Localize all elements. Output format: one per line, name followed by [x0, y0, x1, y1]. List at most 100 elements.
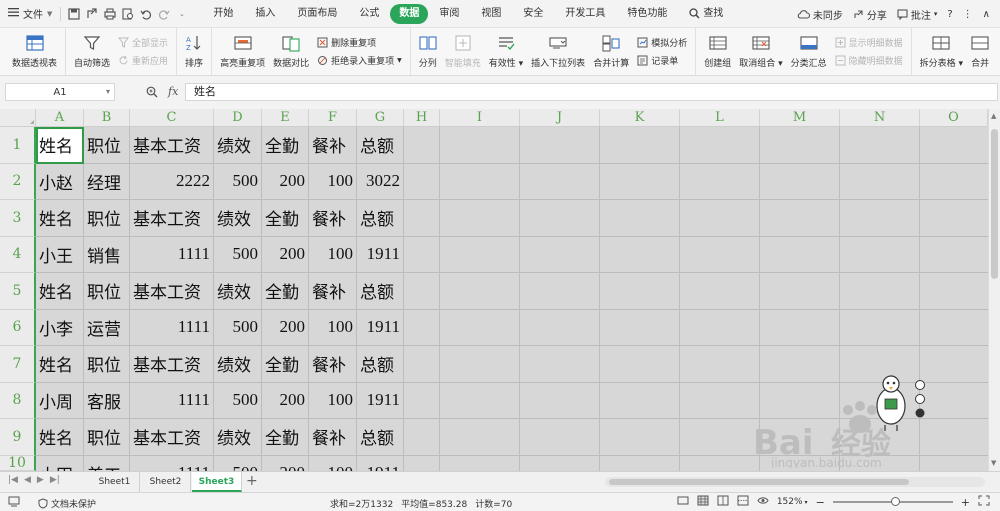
cell-l3[interactable]	[680, 200, 760, 237]
tab-page-layout[interactable]: 页面布局	[286, 4, 348, 24]
cell-f1[interactable]: 餐补	[309, 127, 357, 164]
cell-o6[interactable]	[920, 310, 988, 346]
smart-fill-button[interactable]: 智能填充	[441, 28, 485, 75]
sync-button[interactable]: 未同步	[797, 7, 843, 22]
subtotal-button[interactable]: 分类汇总	[787, 28, 831, 75]
add-sheet-icon[interactable]: +	[246, 473, 258, 489]
split-column-button[interactable]: 分列	[415, 28, 441, 75]
split-table-button[interactable]: 拆分表格 ▾	[916, 28, 967, 75]
cell-c6[interactable]: 1111	[130, 309, 214, 346]
tab-insert[interactable]: 插入	[244, 4, 286, 24]
row-header-2[interactable]: 2	[0, 163, 36, 200]
cell-f8[interactable]: 100	[309, 382, 357, 419]
sheet-tab-sheet3[interactable]: Sheet3	[192, 472, 242, 492]
cell-c8[interactable]: 1111	[130, 382, 214, 419]
reading-mode-icon[interactable]	[757, 495, 769, 509]
cell-k1[interactable]	[600, 127, 680, 164]
create-group-button[interactable]: 创建组	[700, 28, 735, 75]
column-header-f[interactable]: F	[309, 109, 357, 127]
ungroup-button[interactable]: 取消组合 ▾	[735, 28, 786, 75]
row-header-3[interactable]: 3	[0, 200, 36, 237]
reject-duplicates-button[interactable]: 拒绝录入重复项 ▼	[317, 54, 402, 67]
cell-h6[interactable]	[404, 309, 440, 346]
cell-g3[interactable]: 总额	[357, 200, 404, 237]
column-header-h[interactable]: H	[404, 109, 440, 127]
cell-e5[interactable]: 全勤	[262, 273, 309, 310]
tab-formulas[interactable]: 公式	[348, 4, 390, 24]
cell-f4[interactable]: 100	[309, 236, 357, 273]
tab-data[interactable]: 数据	[390, 3, 429, 24]
cell-g5[interactable]: 总额	[357, 273, 404, 310]
undo-icon[interactable]	[139, 7, 152, 20]
zoom-in-icon[interactable]: +	[961, 496, 970, 509]
cell-j7[interactable]	[520, 346, 600, 383]
cell-i4[interactable]	[440, 236, 520, 273]
cell-b10[interactable]: 美工	[84, 455, 130, 471]
select-all-corner[interactable]	[0, 109, 36, 127]
cell-g1[interactable]: 总额	[357, 127, 404, 164]
cell-h1[interactable]	[404, 127, 440, 164]
cell-k10[interactable]	[600, 455, 680, 471]
cell-c7[interactable]: 基本工资	[130, 346, 214, 383]
cell-b5[interactable]: 职位	[84, 273, 130, 310]
tab-security[interactable]: 安全	[512, 4, 554, 24]
cell-i8[interactable]	[440, 382, 520, 419]
cell-h2[interactable]	[404, 163, 440, 200]
cell-e3[interactable]: 全勤	[262, 200, 309, 237]
cell-l4[interactable]	[680, 236, 760, 273]
zoom-slider-knob[interactable]	[890, 497, 900, 506]
cell-o4[interactable]	[920, 237, 988, 273]
cell-j9[interactable]	[520, 419, 600, 456]
share-button[interactable]: 分享	[853, 7, 887, 22]
cell-g2[interactable]: 3022	[357, 163, 404, 200]
cell-d10[interactable]: 500	[214, 455, 262, 471]
remove-duplicates-button[interactable]: 删除重复项	[317, 36, 402, 49]
cell-f6[interactable]: 100	[309, 309, 357, 346]
save-icon[interactable]	[67, 7, 80, 20]
zoom-out-icon[interactable]: −	[816, 496, 825, 509]
cell-h8[interactable]	[404, 382, 440, 419]
column-header-j[interactable]: J	[520, 109, 600, 127]
cell-l2[interactable]	[680, 163, 760, 200]
cell-k8[interactable]	[600, 382, 680, 419]
column-header-e[interactable]: E	[262, 109, 309, 127]
cell-c1[interactable]: 基本工资	[130, 127, 214, 164]
fx-icon[interactable]: fx	[168, 85, 178, 98]
eye-protection-icon[interactable]	[677, 495, 689, 509]
zoom-icon[interactable]	[146, 86, 158, 98]
autofilter-button[interactable]: 自动筛选	[70, 28, 114, 75]
selection-stats[interactable]: 求和=2万1332 平均值=853.28 计数=70	[330, 497, 512, 510]
cell-h9[interactable]	[404, 419, 440, 456]
cell-e1[interactable]: 全勤	[262, 127, 309, 164]
formula-input[interactable]: 姓名	[185, 83, 998, 101]
column-header-i[interactable]: I	[440, 109, 520, 127]
cell-b8[interactable]: 客服	[84, 382, 130, 419]
redo-icon[interactable]	[157, 7, 170, 20]
cell-m4[interactable]	[760, 236, 840, 273]
horizontal-scrollbar[interactable]	[605, 477, 985, 487]
cell-j8[interactable]	[520, 382, 600, 419]
scroll-thumb[interactable]	[991, 129, 998, 279]
cell-c3[interactable]: 基本工资	[130, 200, 214, 237]
cell-h5[interactable]	[404, 273, 440, 310]
cell-b6[interactable]: 运营	[84, 309, 130, 346]
show-detail-button[interactable]: 显示明细数据	[835, 36, 903, 49]
normal-view-icon[interactable]	[697, 495, 709, 509]
row-header-7[interactable]: 7	[0, 346, 36, 383]
cell-m5[interactable]	[760, 273, 840, 310]
scroll-up-icon[interactable]: ▲	[991, 112, 996, 120]
cell-d9[interactable]: 绩效	[214, 419, 262, 456]
hide-detail-button[interactable]: 隐藏明细数据	[835, 54, 903, 67]
sort-button[interactable]: AZ 排序	[181, 28, 207, 75]
cell-c5[interactable]: 基本工资	[130, 273, 214, 310]
cell-d7[interactable]: 绩效	[214, 346, 262, 383]
fit-screen-icon[interactable]	[978, 495, 990, 509]
cell-j6[interactable]	[520, 309, 600, 346]
cell-b3[interactable]: 职位	[84, 200, 130, 237]
prev-sheet-icon[interactable]: ◀	[24, 475, 31, 485]
cell-d8[interactable]: 500	[214, 382, 262, 419]
cell-j2[interactable]	[520, 163, 600, 200]
cell-m3[interactable]	[760, 200, 840, 237]
document-protection[interactable]: 文档未保护	[38, 497, 96, 510]
tab-developer[interactable]: 开发工具	[554, 4, 616, 24]
